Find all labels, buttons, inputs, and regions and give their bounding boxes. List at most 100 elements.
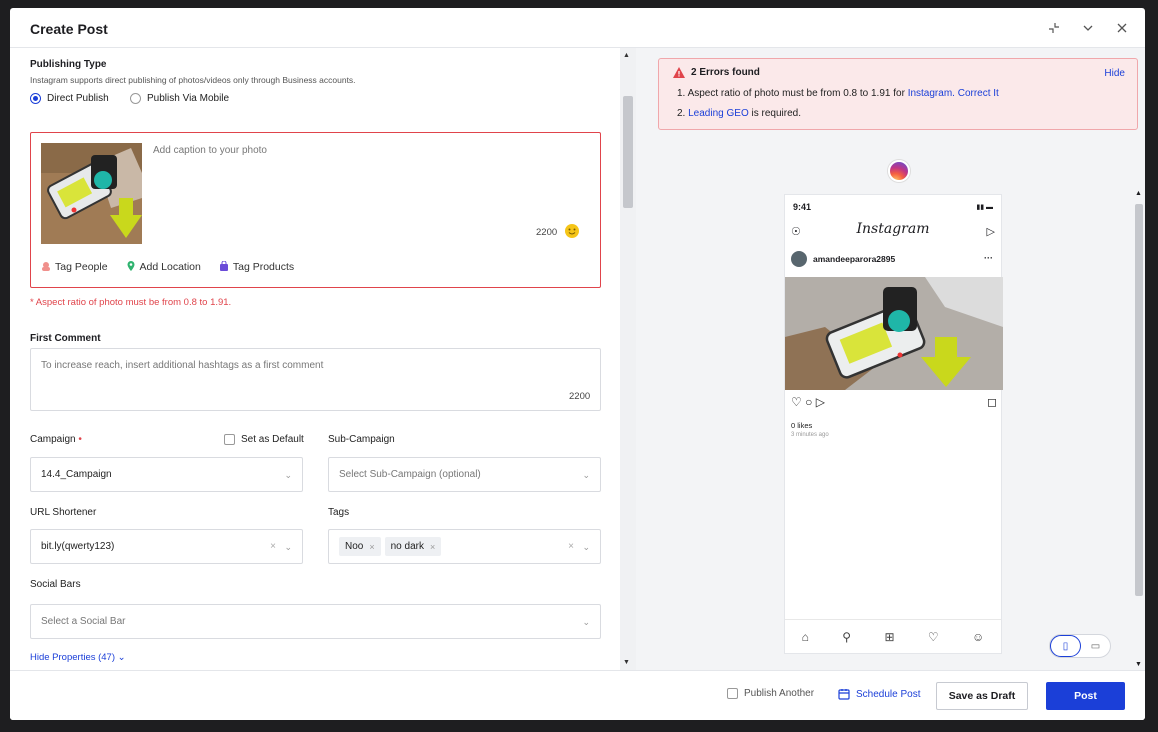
- modal-title: Create Post: [30, 21, 108, 37]
- warning-icon: [673, 67, 685, 78]
- minimize-icon[interactable]: [1043, 18, 1065, 38]
- chevron-down-icon: ⌄: [284, 470, 292, 480]
- social-bar-select[interactable]: Select a Social Bar ⌄: [30, 604, 601, 639]
- desktop-view-icon[interactable]: ▭: [1081, 635, 1110, 657]
- share-icon: ▷: [815, 395, 825, 409]
- heart-icon: ♡: [927, 629, 939, 644]
- error-banner: 2 Errors found Hide 1. Aspect ratio of p…: [658, 58, 1138, 130]
- remove-chip-icon[interactable]: ×: [430, 542, 435, 552]
- add-post-icon: ⊞: [884, 629, 895, 644]
- post-photo-thumbnail[interactable]: [41, 143, 142, 244]
- campaign-value: 14.4_Campaign: [41, 469, 112, 480]
- set-as-default-label: Set as Default: [241, 434, 304, 445]
- tag-chip[interactable]: no dark ×: [384, 537, 442, 556]
- calendar-icon: [838, 689, 850, 700]
- social-bar-placeholder: Select a Social Bar: [41, 616, 126, 627]
- caption-char-count: 2200: [536, 227, 558, 238]
- device-toggle[interactable]: ▯ ▭: [1049, 634, 1111, 658]
- post-image: [785, 277, 1003, 390]
- url-shortener-label: URL Shortener: [30, 507, 97, 518]
- tag-chip[interactable]: Noo ×: [339, 537, 381, 556]
- form-scrollbar[interactable]: ▲ ▼: [620, 48, 636, 670]
- send-icon: ▷: [986, 226, 995, 238]
- heart-icon: ♡: [791, 395, 802, 409]
- caption-placeholder: Add caption to your photo: [153, 145, 267, 156]
- likes-count: 0 likes: [791, 421, 813, 430]
- post-form: Publishing Type Instagram supports direc…: [10, 48, 620, 670]
- first-comment-char-count: 2200: [569, 391, 591, 402]
- checkbox-icon: [727, 688, 738, 699]
- chevron-down-icon: ⌄: [284, 542, 292, 552]
- radio-unchecked-icon: [130, 93, 141, 104]
- tag-people-label: Tag People: [55, 261, 108, 273]
- tags-select[interactable]: Noo × no dark × × ⌄: [328, 529, 601, 564]
- instagram-wordmark: Instagram: [856, 221, 930, 237]
- modal-footer: Publish Another Schedule Post Save as Dr…: [10, 670, 1145, 720]
- signal-battery-icon: ▮▮ ▬: [976, 204, 993, 211]
- schedule-post-label: Schedule Post: [856, 688, 921, 700]
- radio-publish-via-mobile[interactable]: Publish Via Mobile: [130, 93, 229, 104]
- scrollbar-thumb[interactable]: [1135, 204, 1143, 596]
- post-time: 3 minutes ago: [791, 432, 829, 438]
- publish-another-label: Publish Another: [744, 688, 815, 699]
- tags-label: Tags: [328, 507, 350, 518]
- scroll-down-icon[interactable]: ▼: [1135, 661, 1142, 668]
- person-icon: [41, 261, 51, 271]
- chevron-down-icon: ⌄: [582, 542, 590, 552]
- remove-chip-icon[interactable]: ×: [369, 542, 374, 552]
- scroll-up-icon[interactable]: ▲: [623, 52, 630, 59]
- required-marker: •: [78, 434, 82, 445]
- caption-editor[interactable]: Add caption to your photo 2200 Tag Peopl…: [30, 132, 601, 288]
- first-comment-placeholder: To increase reach, insert additional has…: [41, 360, 324, 371]
- publishing-type-label: Publishing Type: [30, 59, 107, 70]
- instagram-preview: 9:41 ▮▮ ▬ ☉ Instagram ▷ amandeeparora289…: [784, 194, 1003, 654]
- tag-people-button[interactable]: Tag People: [41, 261, 108, 273]
- preview-pane: 2 Errors found Hide 1. Aspect ratio of p…: [636, 48, 1145, 670]
- actions-left: ♡ ○ ▷: [791, 395, 825, 409]
- comment-icon: ○: [805, 395, 813, 409]
- chevron-down-icon[interactable]: [1077, 18, 1099, 38]
- tag-products-button[interactable]: Tag Products: [219, 260, 294, 273]
- add-location-label: Add Location: [139, 261, 201, 273]
- close-icon[interactable]: [1111, 18, 1133, 38]
- sub-campaign-select[interactable]: Select Sub-Campaign (optional) ⌄: [328, 457, 601, 492]
- checkbox-icon: [224, 434, 235, 445]
- status-time: 9:41: [793, 202, 812, 212]
- bottom-nav: ⌂ ⚲ ⊞ ♡ ☺: [785, 619, 1001, 653]
- radio-label: Publish Via Mobile: [147, 93, 230, 104]
- home-icon: ⌂: [801, 629, 809, 644]
- radio-direct-publish[interactable]: Direct Publish: [30, 93, 109, 104]
- save-as-draft-button[interactable]: Save as Draft: [936, 682, 1028, 710]
- url-shortener-select[interactable]: bit.ly(qwerty123) × ⌄: [30, 529, 303, 564]
- error-line-2: 2. Leading GEO is required.: [677, 108, 801, 119]
- search-icon: ⚲: [842, 629, 852, 644]
- post-actions: ♡ ○ ▷ ◻: [791, 395, 997, 409]
- hide-properties-link[interactable]: Hide Properties (47) ⌄: [30, 652, 126, 663]
- hide-errors-link[interactable]: Hide: [1104, 68, 1125, 79]
- emoji-icon[interactable]: [565, 224, 579, 238]
- clear-icon[interactable]: ×: [568, 541, 574, 552]
- create-post-modal: Create Post Publishing Type Instagram su…: [10, 8, 1145, 720]
- scroll-down-icon[interactable]: ▼: [623, 659, 630, 666]
- aspect-ratio-error: * Aspect ratio of photo must be from 0.8…: [30, 297, 232, 308]
- radio-checked-icon: [30, 93, 41, 104]
- avatar: [791, 251, 807, 267]
- shopping-bag-icon: [219, 260, 229, 271]
- preview-scrollbar[interactable]: ▲ ▼: [1133, 188, 1145, 670]
- instagram-link[interactable]: Instagram.: [908, 88, 955, 99]
- schedule-post-button[interactable]: Schedule Post: [838, 688, 921, 700]
- scrollbar-thumb[interactable]: [623, 96, 633, 208]
- first-comment-input[interactable]: To increase reach, insert additional has…: [30, 348, 601, 411]
- leading-geo-link[interactable]: Leading GEO: [688, 108, 749, 119]
- modal-header: Create Post: [10, 8, 1145, 48]
- correct-it-link[interactable]: Correct It: [958, 88, 999, 99]
- clear-icon[interactable]: ×: [270, 541, 276, 552]
- publish-another-checkbox[interactable]: Publish Another: [727, 688, 814, 699]
- scroll-up-icon[interactable]: ▲: [1135, 190, 1142, 197]
- post-button[interactable]: Post: [1046, 682, 1125, 710]
- profile-icon: ☺: [971, 629, 985, 644]
- add-location-button[interactable]: Add Location: [126, 261, 201, 273]
- campaign-select[interactable]: 14.4_Campaign ⌄: [30, 457, 303, 492]
- mobile-view-icon[interactable]: ▯: [1050, 635, 1081, 657]
- set-as-default-checkbox[interactable]: Set as Default: [224, 434, 304, 445]
